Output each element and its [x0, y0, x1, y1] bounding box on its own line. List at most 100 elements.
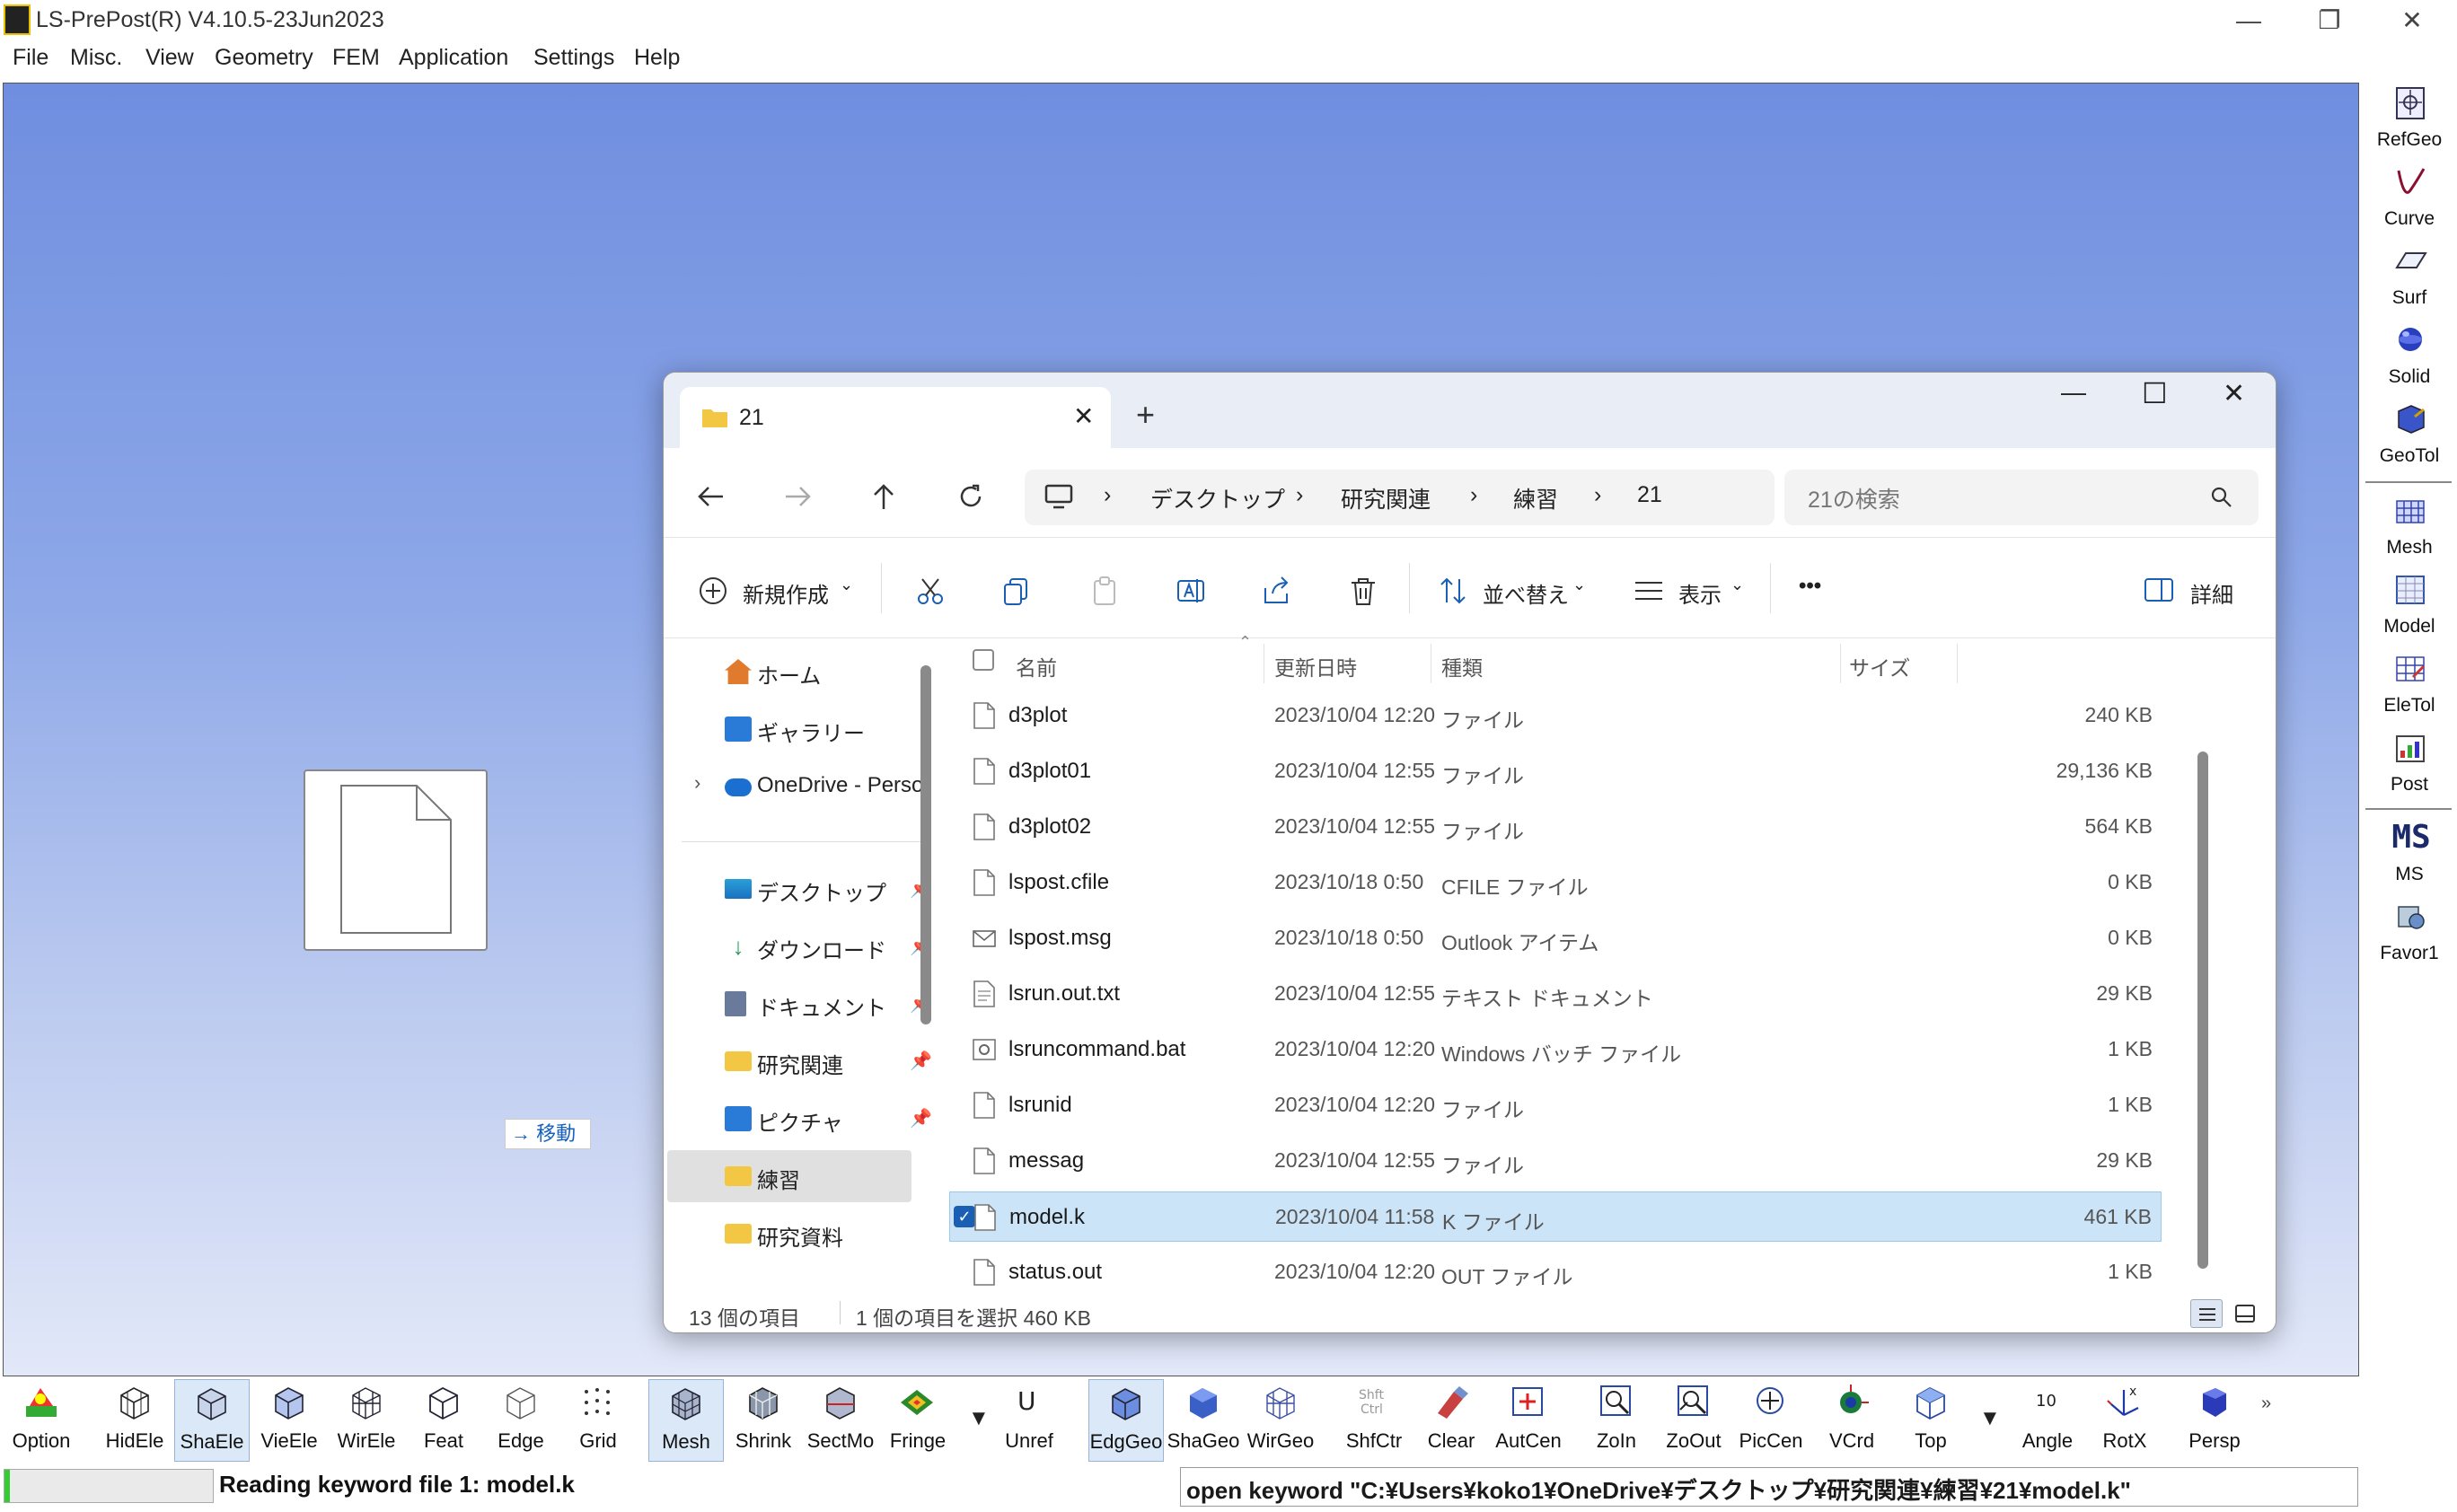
- explorer-close-button[interactable]: ✕: [2223, 378, 2245, 409]
- column-header-name[interactable]: 名前: [1016, 651, 1057, 681]
- tool-zoout[interactable]: ZoOut: [1656, 1379, 1731, 1462]
- tab-close-icon[interactable]: ✕: [1073, 401, 1094, 431]
- search-input[interactable]: 21の検索: [1784, 470, 2259, 525]
- nav-item-home[interactable]: ホーム: [691, 646, 933, 698]
- copy-icon[interactable]: [1001, 576, 1032, 606]
- tool-shaele[interactable]: ShaEle: [174, 1379, 250, 1462]
- tool-angle[interactable]: 10 Angle: [2010, 1379, 2085, 1462]
- tool-vieele[interactable]: VieEle: [251, 1379, 327, 1462]
- menu-geometry[interactable]: Geometry: [215, 45, 313, 71]
- tool-top[interactable]: Top: [1893, 1379, 1968, 1462]
- file-row[interactable]: lspost.msg 2023/10/18 0:50 Outlook アイテム 0 K…: [949, 913, 2162, 963]
- nav-item-gallery[interactable]: ギャラリー: [691, 703, 933, 755]
- new-button[interactable]: 新規作成: [743, 577, 829, 613]
- tool-favor1[interactable]: Favor1: [2364, 894, 2455, 971]
- breadcrumb[interactable]: › デスクトップ › 研究関連 › 練習 › 21: [1025, 470, 1774, 525]
- file-row[interactable]: d3plot02 2023/10/04 12:55 ファイル 564 KB: [949, 802, 2162, 852]
- tool-refgeo[interactable]: RefGeo: [2364, 81, 2455, 158]
- tool-wirele[interactable]: WirEle: [329, 1379, 404, 1462]
- toolbar-more-icon[interactable]: »: [2261, 1393, 2271, 1414]
- command-line-input[interactable]: open keyword "C:¥Users¥koko1¥OneDrive¥デス…: [1180, 1467, 2358, 1507]
- cut-icon[interactable]: [915, 576, 946, 606]
- column-header-size[interactable]: サイズ: [1849, 651, 1910, 681]
- tool-unref[interactable]: U Unref: [991, 1379, 1067, 1462]
- rename-icon[interactable]: [1176, 576, 1206, 606]
- tool-geotol[interactable]: GeoTol: [2364, 397, 2455, 474]
- explorer-maximize-button[interactable]: ☐: [2142, 376, 2168, 410]
- tool-mesh[interactable]: Mesh: [2364, 488, 2455, 566]
- nav-scrollbar[interactable]: [920, 665, 931, 1024]
- tool-shfctr[interactable]: Shft Ctrl ShfCtr: [1336, 1379, 1412, 1462]
- file-row[interactable]: lsruncommand.bat 2023/10/04 12:20 Windows …: [949, 1024, 2162, 1075]
- tool-rotx[interactable]: x RotX: [2087, 1379, 2162, 1462]
- file-row[interactable]: d3plot 2023/10/04 12:20 ファイル 240 KB: [949, 690, 2162, 741]
- file-row[interactable]: lspost.cfile 2023/10/18 0:50 CFILE ファイル 0 K…: [949, 857, 2162, 908]
- tool-fringe[interactable]: Fringe: [880, 1379, 956, 1462]
- tool-option[interactable]: Option: [4, 1379, 79, 1462]
- menu-file[interactable]: File: [13, 45, 48, 71]
- tool-curve[interactable]: Curve: [2364, 160, 2455, 237]
- nav-item-documents[interactable]: ドキュメント 📌: [691, 978, 933, 1030]
- tool-vcrd[interactable]: VCrd: [1814, 1379, 1889, 1462]
- nav-item-research[interactable]: 研究関連 📌: [691, 1035, 933, 1087]
- breadcrumb-item[interactable]: デスクトップ: [1150, 482, 1285, 514]
- nav-item-pictures[interactable]: ピクチャ 📌: [691, 1093, 933, 1145]
- more-options-button[interactable]: •••: [1799, 574, 1821, 610]
- tool-eletol[interactable]: EleTol: [2364, 646, 2455, 724]
- file-row[interactable]: lsrunid 2023/10/04 12:20 ファイル 1 KB: [949, 1080, 2162, 1130]
- menu-misc[interactable]: Misc.: [70, 45, 122, 71]
- tool-zoin[interactable]: ZoIn: [1579, 1379, 1654, 1462]
- share-icon[interactable]: [1262, 576, 1292, 606]
- column-header-type[interactable]: 種類: [1441, 651, 1483, 681]
- tool-surf[interactable]: Surf: [2364, 239, 2455, 316]
- nav-item-research-materials[interactable]: 研究資料: [691, 1208, 933, 1260]
- tool-clear[interactable]: Clear: [1413, 1379, 1489, 1462]
- tool-persp[interactable]: Persp: [2177, 1379, 2252, 1462]
- tool-edge[interactable]: Edge: [483, 1379, 559, 1462]
- explorer-minimize-button[interactable]: —: [2061, 378, 2086, 407]
- file-row[interactable]: messag 2023/10/04 12:55 ファイル 29 KB: [949, 1136, 2162, 1186]
- forward-arrow-icon[interactable]: [784, 484, 813, 509]
- file-explorer-window[interactable]: 21 ✕ + — ☐ ✕ › デスクトップ › 研究関連 › 練習 › 21 2…: [663, 372, 2276, 1333]
- file-row[interactable]: lsrun.out.txt 2023/10/04 12:55 テキスト ドキュメント…: [949, 969, 2162, 1019]
- tool-edggeo[interactable]: EdgGeo: [1088, 1379, 1164, 1462]
- close-button[interactable]: ✕: [2385, 4, 2439, 38]
- file-list-scrollbar[interactable]: [2197, 752, 2208, 1269]
- tool-shrink[interactable]: Shrink: [726, 1379, 801, 1462]
- maximize-button[interactable]: ❐: [2303, 4, 2356, 38]
- file-row[interactable]: ✓ model.k 2023/10/04 11:58 K ファイル 461 KB: [949, 1191, 2162, 1242]
- chevron-right-icon[interactable]: ›: [694, 771, 700, 795]
- tool-autcen[interactable]: AutCen: [1491, 1379, 1566, 1462]
- column-header-date[interactable]: 更新日時: [1274, 651, 1357, 681]
- details-button[interactable]: 詳細: [2190, 577, 2233, 613]
- tool-post[interactable]: Post: [2364, 725, 2455, 803]
- tool-feat[interactable]: Feat: [406, 1379, 481, 1462]
- tool-mesh[interactable]: Mesh: [648, 1379, 724, 1462]
- tiles-view-button[interactable]: [2228, 1299, 2260, 1328]
- tool-solid[interactable]: Solid: [2364, 318, 2455, 395]
- menu-view[interactable]: View: [145, 45, 194, 71]
- fringe-dropdown-arrow-icon[interactable]: ▼: [968, 1406, 990, 1431]
- menu-help[interactable]: Help: [634, 45, 680, 71]
- breadcrumb-item[interactable]: 研究関連: [1341, 482, 1431, 514]
- new-tab-button[interactable]: +: [1136, 396, 1155, 434]
- nav-item-desktop[interactable]: デスクトップ 📌: [691, 863, 933, 915]
- details-view-button[interactable]: [2190, 1299, 2223, 1328]
- delete-icon[interactable]: [1348, 576, 1378, 606]
- file-row[interactable]: status.out 2023/10/04 12:20 OUT ファイル 1 KB: [949, 1247, 2162, 1297]
- tool-model[interactable]: Model: [2364, 567, 2455, 645]
- tool-shageo[interactable]: ShaGeo: [1166, 1379, 1241, 1462]
- explorer-tab[interactable]: 21 ✕: [680, 387, 1111, 448]
- refresh-icon[interactable]: [956, 482, 985, 511]
- tool-ms[interactable]: MS MS: [2364, 815, 2455, 892]
- view-button[interactable]: 表示: [1678, 577, 1722, 613]
- nav-item-onedrive[interactable]: › OneDrive - Perso: [691, 760, 933, 813]
- up-arrow-icon[interactable]: [870, 482, 897, 511]
- nav-item-practice[interactable]: 練習: [667, 1150, 911, 1202]
- tool-wirgeo[interactable]: WirGeo: [1243, 1379, 1318, 1462]
- menu-fem[interactable]: FEM: [332, 45, 380, 71]
- back-arrow-icon[interactable]: [696, 484, 725, 509]
- row-checkbox[interactable]: ✓: [954, 1206, 975, 1227]
- file-row[interactable]: d3plot01 2023/10/04 12:55 ファイル 29,136 KB: [949, 746, 2162, 796]
- tool-hidele[interactable]: HidEle: [97, 1379, 172, 1462]
